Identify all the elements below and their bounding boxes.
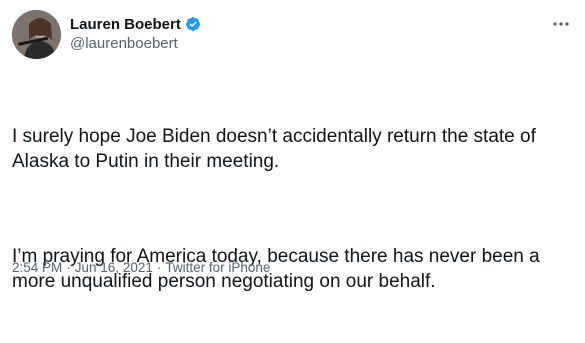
tweet-header: Lauren Boebert @laurenboebert <box>12 10 572 60</box>
more-horizontal-icon <box>553 22 569 26</box>
tweet-date[interactable]: Jun 16, 2021 <box>75 260 153 275</box>
avatar-image-icon <box>12 10 61 59</box>
tweet-paragraph-1: I surely hope Joe Biden doesn’t accident… <box>12 126 541 172</box>
author-avatar[interactable] <box>12 10 61 59</box>
meta-separator: · <box>66 260 71 275</box>
author-names: Lauren Boebert @laurenboebert <box>70 14 201 52</box>
tweet-source[interactable]: Twitter for iPhone <box>165 260 270 275</box>
tweet-card: Lauren Boebert @laurenboebert I surely h… <box>0 0 585 292</box>
verified-badge-icon <box>185 17 200 31</box>
display-name-row: Lauren Boebert <box>70 14 201 34</box>
tweet-text: I surely hope Joe Biden doesn’t accident… <box>12 76 577 343</box>
tweet-meta: 2:54 PM · Jun 16, 2021 · Twitter for iPh… <box>12 260 270 275</box>
author-display-name[interactable]: Lauren Boebert <box>70 16 181 33</box>
author-handle[interactable]: @laurenboebert <box>70 35 201 52</box>
more-options-button[interactable] <box>550 14 572 30</box>
meta-separator: · <box>156 260 162 275</box>
tweet-time[interactable]: 2:54 PM <box>12 260 62 275</box>
